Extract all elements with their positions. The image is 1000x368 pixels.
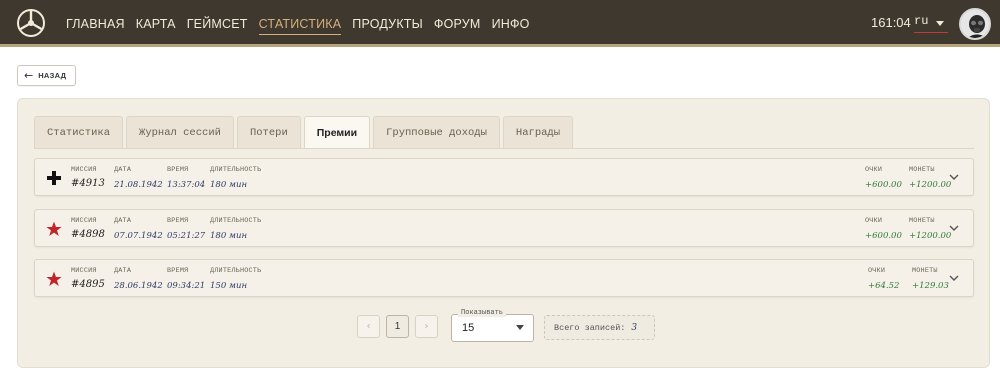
points-value: +600.00 xyxy=(865,180,902,190)
tab-group-income[interactable]: Групповые доходы xyxy=(373,116,500,148)
top-bar: ГЛАВНАЯ КАРТА ГЕЙМСЕТ СТАТИСТИКА ПРОДУКТ… xyxy=(0,0,1000,47)
time-field: ВРЕМЯ 13:37:04 xyxy=(167,166,205,190)
total-records-badge: Всего записей: 3 xyxy=(544,315,655,340)
nav-item-home[interactable]: ГЛАВНАЯ xyxy=(66,0,125,47)
nav-item-statistics[interactable]: СТАТИСТИКА xyxy=(258,0,342,47)
chevron-down-icon[interactable] xyxy=(936,21,944,26)
points-label: ОЧКИ xyxy=(868,267,886,275)
nav-item-info[interactable]: ИНФО xyxy=(492,0,530,47)
german-cross-icon xyxy=(47,171,61,185)
coins-field: МОНЕТЫ +129.03 xyxy=(912,267,949,291)
points-value: +600.00 xyxy=(865,231,902,241)
duration-label: ДЛИТЕЛЬНОСТЬ xyxy=(210,217,262,225)
tab-session-log[interactable]: Журнал сессий xyxy=(126,116,234,148)
prev-page-button[interactable]: ‹ xyxy=(357,315,380,338)
page-1-button[interactable]: 1 xyxy=(386,315,409,338)
mission-label: МИССИЯ xyxy=(71,217,97,225)
nav-item-gameset[interactable]: ГЕЙМСЕТ xyxy=(187,0,248,47)
main-nav: ГЛАВНАЯ КАРТА ГЕЙМСЕТ СТАТИСТИКА ПРОДУКТ… xyxy=(66,0,541,47)
soviet-star-icon xyxy=(46,271,62,286)
points-field: ОЧКИ +600.00 xyxy=(865,217,902,241)
coins-value: +129.03 xyxy=(912,281,949,291)
nav-item-forum[interactable]: ФОРУМ xyxy=(434,0,481,47)
date-value: 28.06.1942 xyxy=(114,281,163,291)
total-records-value: 3 xyxy=(631,322,638,333)
coins-value: +1200.00 xyxy=(909,231,952,241)
clock: 161:04 xyxy=(871,15,911,30)
mission-field: МИССИЯ #4913 xyxy=(71,166,105,189)
coins-value: +1200.00 xyxy=(909,180,952,190)
date-label: ДАТА xyxy=(114,217,132,225)
duration-label: ДЛИТЕЛЬНОСТЬ xyxy=(210,267,262,275)
tab-bar: Статистика Журнал сессий Потери Премии Г… xyxy=(34,116,574,148)
chevron-down-icon[interactable] xyxy=(949,224,959,232)
coins-label: МОНЕТЫ xyxy=(909,217,935,225)
duration-value: 180 мин xyxy=(210,180,248,190)
points-field: ОЧКИ +600.00 xyxy=(865,166,902,190)
tab-awards[interactable]: Награды xyxy=(502,116,574,148)
points-label: ОЧКИ xyxy=(865,217,883,225)
date-value: 21.08.1942 xyxy=(114,180,163,190)
duration-field: ДЛИТЕЛЬНОСТЬ 150 мин xyxy=(210,267,261,291)
page-size-label: Показывать xyxy=(458,309,507,317)
logo-icon[interactable] xyxy=(16,8,46,38)
time-value: 05:21:27 xyxy=(167,231,206,241)
points-label: ОЧКИ xyxy=(865,166,883,174)
mission-value: #4898 xyxy=(71,229,105,240)
duration-field: ДЛИТЕЛЬНОСТЬ 180 мин xyxy=(210,166,261,190)
time-value: 13:37:04 xyxy=(167,180,206,190)
date-field: ДАТА 28.06.1942 xyxy=(114,267,163,291)
date-field: ДАТА 21.08.1942 xyxy=(114,166,163,190)
avatar[interactable] xyxy=(959,8,991,40)
mission-label: МИССИЯ xyxy=(71,166,97,174)
points-value: +64.52 xyxy=(868,281,900,291)
coins-field: МОНЕТЫ +1200.00 xyxy=(909,166,951,190)
date-value: 07.07.1942 xyxy=(114,231,163,241)
total-records-label: Всего записей: xyxy=(554,322,626,333)
date-label: ДАТА xyxy=(114,166,132,174)
time-field: ВРЕМЯ 09:34:21 xyxy=(167,267,205,291)
points-field: ОЧКИ +64.52 xyxy=(868,267,899,291)
nav-item-map[interactable]: КАРТА xyxy=(136,0,176,47)
time-field: ВРЕМЯ 05:21:27 xyxy=(167,217,205,241)
chevron-down-icon[interactable] xyxy=(516,325,524,330)
time-label: ВРЕМЯ xyxy=(167,166,189,174)
time-value: 09:34:21 xyxy=(167,281,206,291)
date-field: ДАТА 07.07.1942 xyxy=(114,217,163,241)
duration-field: ДЛИТЕЛЬНОСТЬ 180 мин xyxy=(210,217,261,241)
nav-item-products[interactable]: ПРОДУКТЫ xyxy=(352,0,423,47)
mission-label: МИССИЯ xyxy=(71,267,97,275)
back-button-label: НАЗАД xyxy=(38,71,67,80)
duration-value: 180 мин xyxy=(210,231,248,241)
mission-value: #4895 xyxy=(71,279,105,290)
mission-value: #4913 xyxy=(71,178,105,189)
mission-field: МИССИЯ #4895 xyxy=(71,267,105,290)
time-label: ВРЕМЯ xyxy=(167,217,189,225)
mission-field: МИССИЯ #4898 xyxy=(71,217,105,240)
tabs-divider xyxy=(34,148,974,149)
coins-label: МОНЕТЫ xyxy=(912,267,938,275)
page-size-value: 15 xyxy=(462,322,475,334)
back-button[interactable]: ← НАЗАД xyxy=(17,65,76,86)
chevron-down-icon[interactable] xyxy=(949,173,959,181)
duration-value: 150 мин xyxy=(210,281,248,291)
list-item[interactable]: МИССИЯ #4895 ДАТА 28.06.1942 ВРЕМЯ 09:34… xyxy=(34,259,974,297)
duration-label: ДЛИТЕЛЬНОСТЬ xyxy=(210,166,262,174)
list-item[interactable]: МИССИЯ #4913 ДАТА 21.08.1942 ВРЕМЯ 13:37… xyxy=(34,158,974,196)
coins-field: МОНЕТЫ +1200.00 xyxy=(909,217,951,241)
pilot-avatar-icon xyxy=(961,10,989,38)
tab-bonuses[interactable]: Премии xyxy=(303,116,371,148)
next-page-button[interactable]: › xyxy=(415,315,438,338)
arrow-left-icon: ← xyxy=(24,69,34,82)
tab-losses[interactable]: Потери xyxy=(236,116,301,148)
time-label: ВРЕМЯ xyxy=(167,267,189,275)
chevron-down-icon[interactable] xyxy=(949,274,959,282)
list-item[interactable]: МИССИЯ #4898 ДАТА 07.07.1942 ВРЕМЯ 05:21… xyxy=(34,209,974,247)
soviet-star-icon xyxy=(46,221,62,236)
date-label: ДАТА xyxy=(114,267,132,275)
tab-statistics[interactable]: Статистика xyxy=(34,116,124,148)
coins-label: МОНЕТЫ xyxy=(909,166,935,174)
